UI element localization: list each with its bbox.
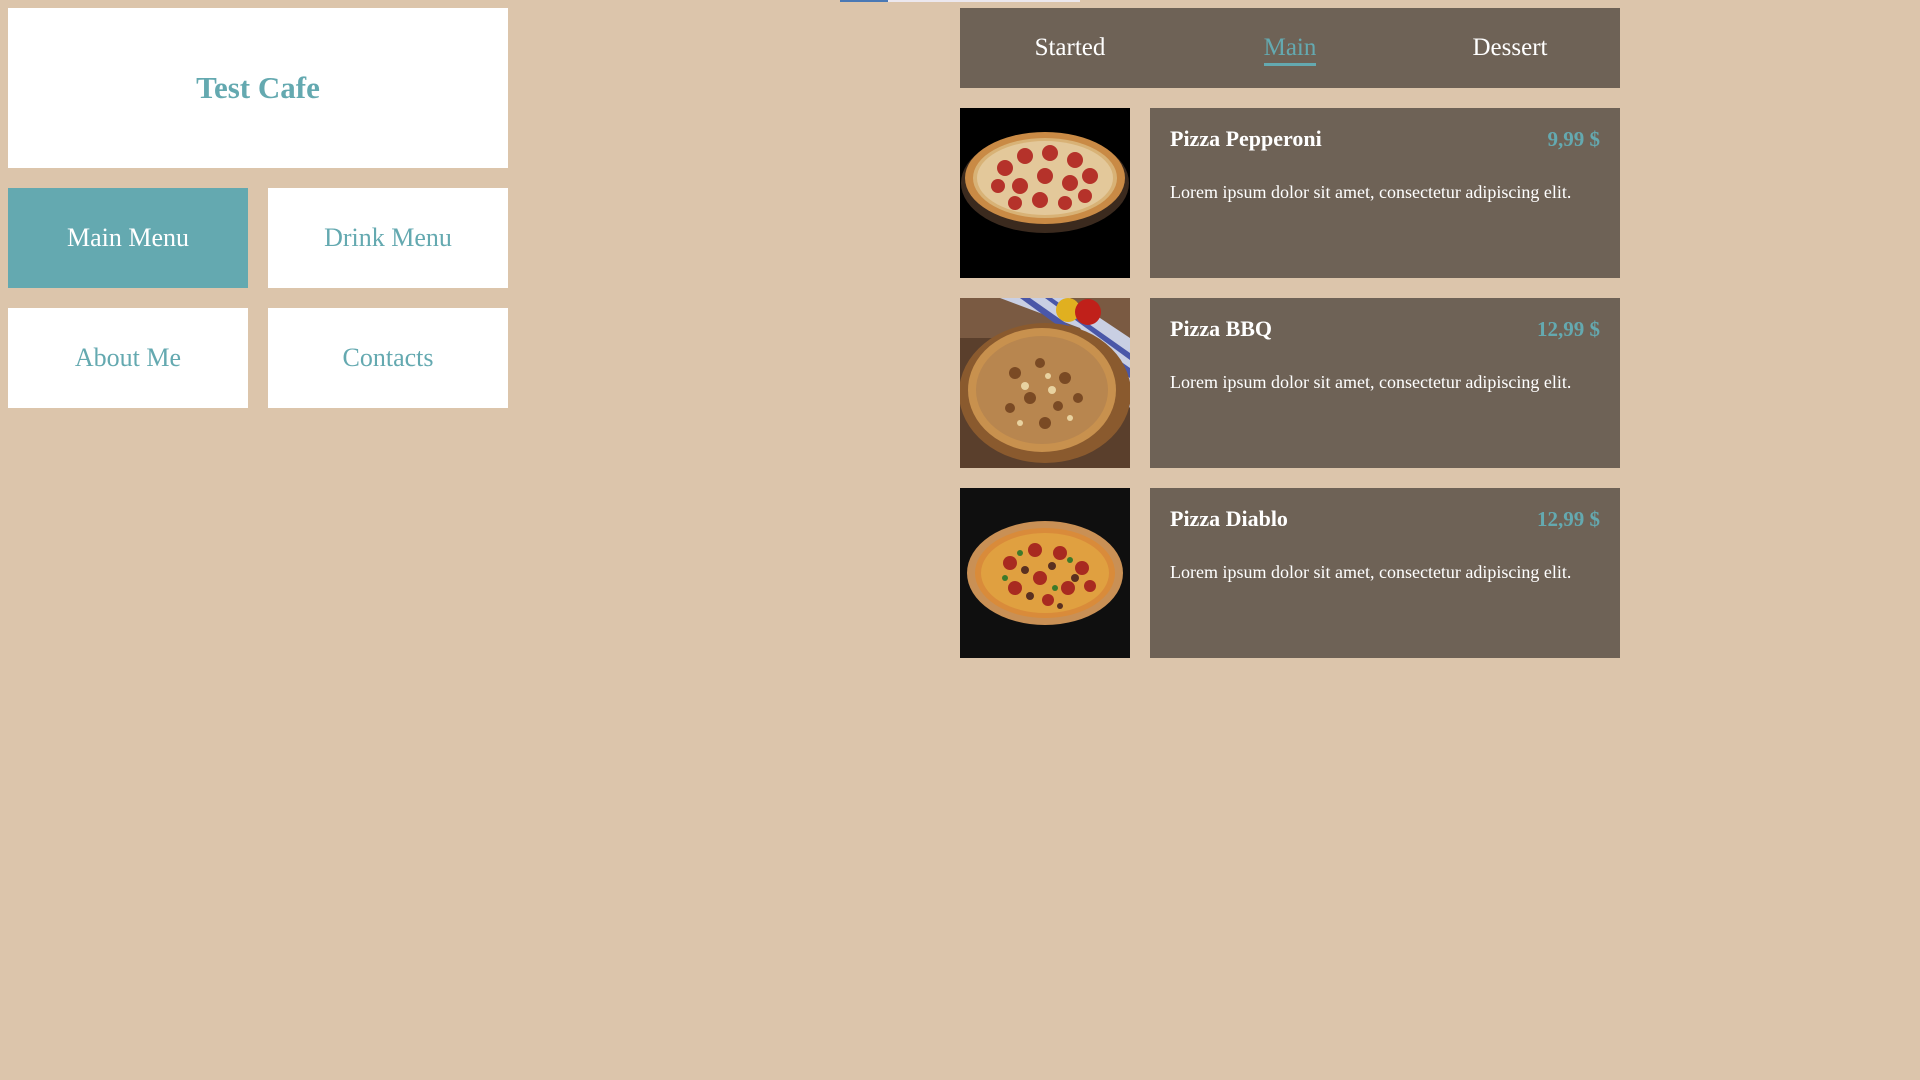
drink-menu-button[interactable]: Drink Menu [268,188,508,288]
menu-item-description: Lorem ipsum dolor sit amet, consectetur … [1170,372,1572,392]
tab-dessert[interactable]: Dessert [1400,34,1620,62]
main-menu-button[interactable]: Main Menu [8,188,248,288]
menu-item: Pizza Pepperoni 9,99 $ Lorem ipsum dolor… [960,108,1620,278]
menu-item: Pizza BBQ 12,99 $ Lorem ipsum dolor sit … [960,298,1620,468]
tab-dessert-label: Dessert [1472,34,1548,61]
tab-main[interactable]: Main [1180,34,1400,66]
pizza-bbq-image [960,298,1130,468]
menu-item-description: Lorem ipsum dolor sit amet, consectetur … [1170,562,1572,582]
menu-item-price: 12,99 $ [1537,507,1600,531]
site-title: Test Cafe [196,70,320,105]
menu-item-description: Lorem ipsum dolor sit amet, consectetur … [1170,182,1572,202]
tab-started-label: Started [1034,34,1106,61]
browser-top-strip [840,0,1080,2]
menu-item-card: Pizza Pepperoni 9,99 $ Lorem ipsum dolor… [1150,108,1620,278]
menu-item-price: 12,99 $ [1537,317,1600,341]
contacts-button[interactable]: Contacts [268,308,508,408]
pizza-pepperoni-image [960,108,1130,278]
about-me-button[interactable]: About Me [8,308,248,408]
menu-tabs: Started Main Dessert [960,8,1620,88]
menu-item-name: Pizza Pepperoni [1170,126,1322,151]
menu-item-name: Pizza BBQ [1170,316,1273,341]
menu-item: Pizza Diablo 12,99 $ Lorem ipsum dolor s… [960,488,1620,658]
menu-item-name: Pizza Diablo [1170,506,1288,531]
pizza-diablo-image [960,488,1130,658]
logo-box: Test Cafe [8,8,508,168]
menu-item-card: Pizza Diablo 12,99 $ Lorem ipsum dolor s… [1150,488,1620,658]
tab-main-label: Main [1263,34,1317,66]
tab-started[interactable]: Started [960,34,1180,62]
menu-item-price: 9,99 $ [1547,127,1601,151]
browser-top-mark [840,0,888,2]
menu-item-card: Pizza BBQ 12,99 $ Lorem ipsum dolor sit … [1150,298,1620,468]
